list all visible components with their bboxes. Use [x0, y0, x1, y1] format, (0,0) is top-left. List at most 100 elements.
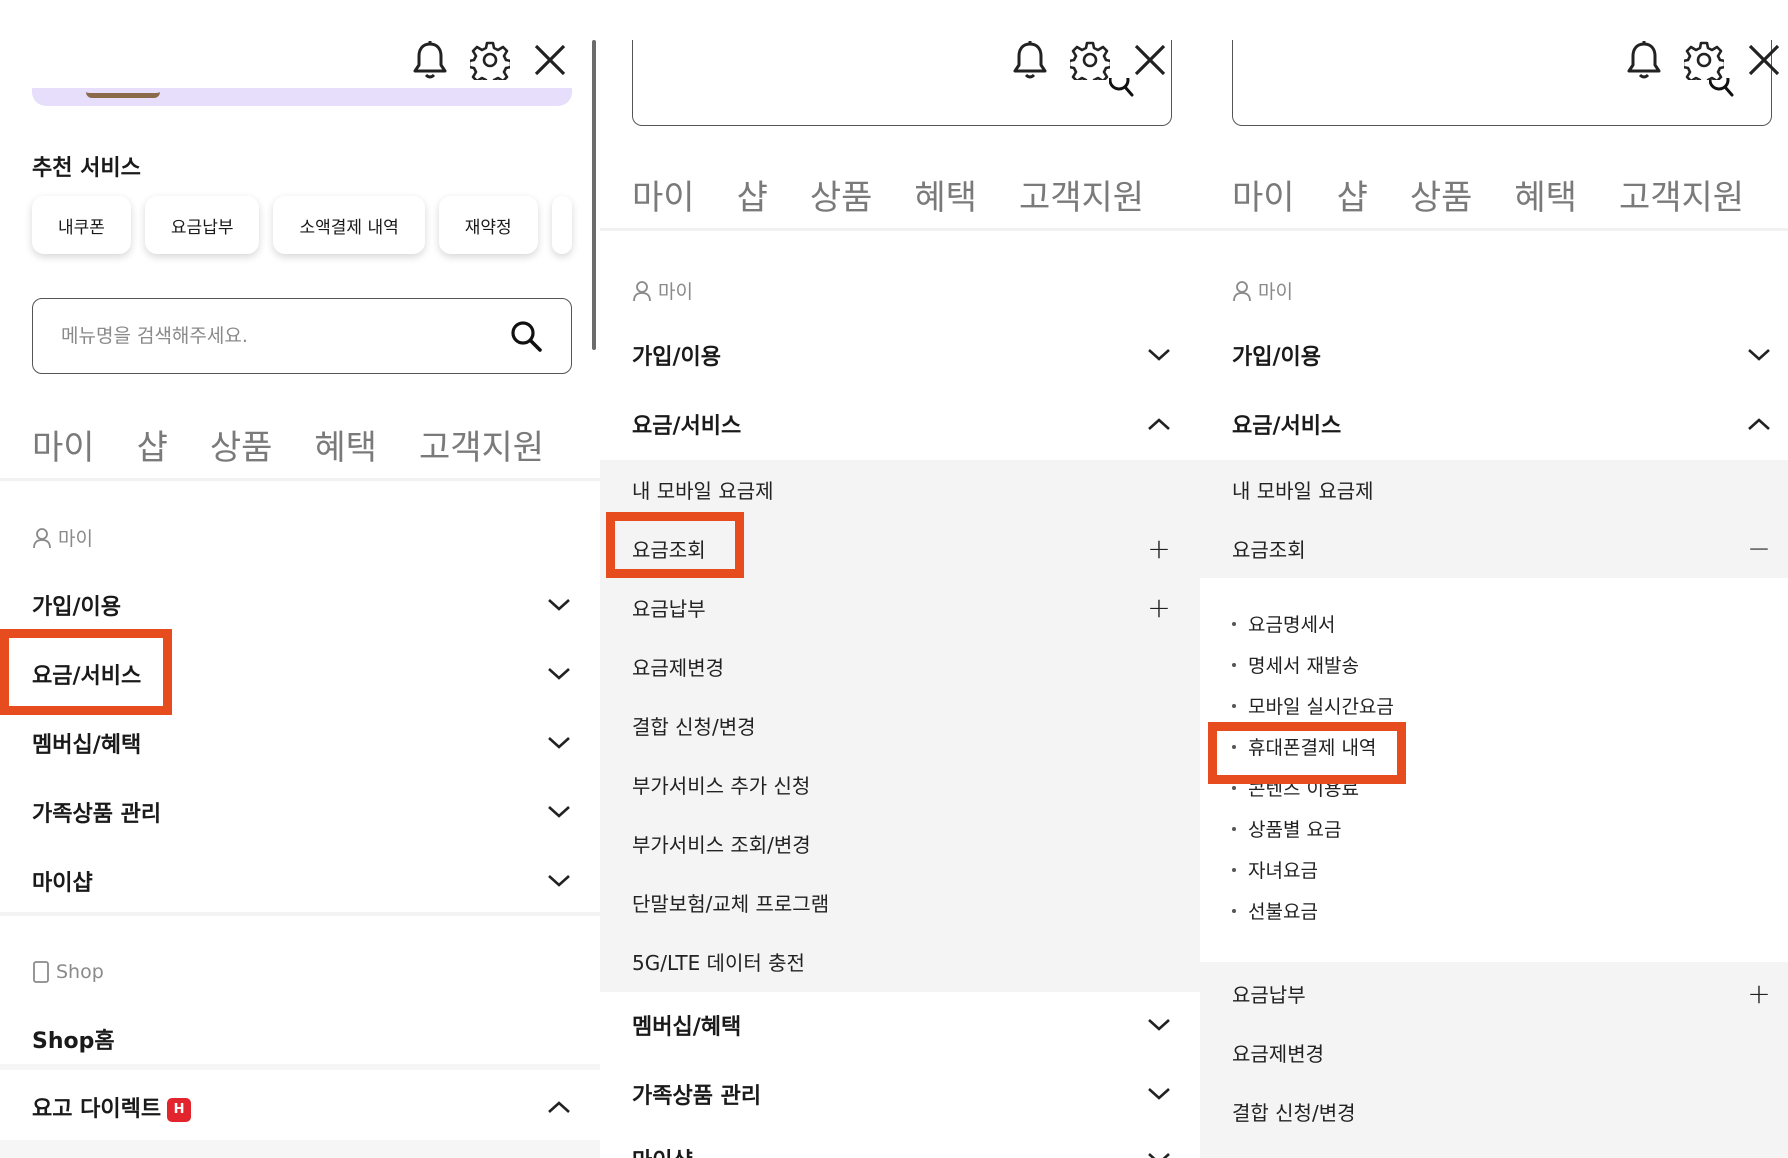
submenu-label: 내 모바일 요금제 — [632, 478, 774, 503]
tab-support[interactable]: 고객지원 — [1619, 170, 1744, 219]
tab-shop[interactable]: 샵 — [1337, 170, 1368, 219]
menu-membership[interactable]: 멤버십/혜택 — [632, 1008, 1172, 1042]
menu-shop-home[interactable]: Shop홈 — [32, 1022, 572, 1056]
bell-icon[interactable] — [1010, 40, 1050, 80]
tab-support[interactable]: 고객지원 — [419, 420, 544, 469]
leaf-statement-resend[interactable]: 명세서 재발송 — [1232, 644, 1394, 685]
submenu-change-plan[interactable]: 요금제변경 — [1232, 1035, 1772, 1069]
leaf-label: 휴대폰결제 내역 — [1248, 737, 1377, 759]
leaf-bill-statement[interactable]: 요금명세서 — [1232, 603, 1394, 644]
gear-icon[interactable] — [1684, 40, 1724, 80]
tab-benefits[interactable]: 혜택 — [1514, 170, 1577, 219]
bullet — [1232, 826, 1236, 831]
scrollbar[interactable] — [592, 40, 596, 350]
gear-icon[interactable] — [470, 40, 510, 80]
chip-bill-payment[interactable]: 요금납부 — [144, 196, 260, 254]
tabs-divider — [600, 228, 1200, 231]
tab-benefits[interactable]: 혜택 — [914, 170, 977, 219]
leaf-realtime-fee[interactable]: 모바일 실시간요금 — [1232, 685, 1394, 726]
direct-badge: H — [167, 1098, 192, 1122]
chip-more[interactable] — [551, 196, 572, 254]
plus-icon: + — [1147, 531, 1171, 565]
submenu-bill-payment[interactable]: 요금납부 + — [1232, 976, 1772, 1010]
tab-shop[interactable]: 샵 — [137, 420, 168, 469]
submenu-addon-apply[interactable]: 부가서비스 추가 신청 — [632, 767, 1172, 801]
menu-join-use[interactable]: 가입/이용 — [32, 588, 572, 622]
leaf-label: 콘텐츠 이용료 — [1248, 778, 1359, 800]
close-icon[interactable] — [1744, 40, 1784, 80]
menu-search-input[interactable] — [61, 325, 509, 347]
bullet — [1232, 867, 1236, 872]
submenu-my-mobile-plan[interactable]: 내 모바일 요금제 — [632, 472, 1172, 506]
submenu-change-plan[interactable]: 요금제변경 — [632, 649, 1172, 683]
leaf-label: 명세서 재발송 — [1248, 655, 1359, 677]
bullet — [1232, 785, 1236, 790]
menu-label: 마이샵 — [32, 871, 93, 896]
submenu-bill-inquiry[interactable]: 요금조회 + — [632, 531, 1172, 565]
leaf-phone-payment-history[interactable]: 휴대폰결제 내역 — [1232, 726, 1394, 767]
bell-icon[interactable] — [1624, 40, 1664, 80]
submenu-label: 부가서비스 조회/변경 — [632, 832, 811, 857]
leaf-child-fee[interactable]: 자녀요금 — [1232, 849, 1394, 890]
submenu-my-mobile-plan[interactable]: 내 모바일 요금제 — [1232, 472, 1772, 506]
menu-label: 요고 다이렉트 H — [32, 1091, 192, 1123]
menu-label: 요금/서비스 — [632, 414, 742, 439]
menu-panel-3: 마이 샵 상품 혜택 고객지원 마이 가입/이용 요금/서비스 내 모바일 요금… — [1200, 0, 1788, 1158]
chevron-up-icon — [1748, 418, 1770, 430]
chevron-up-icon — [548, 1101, 570, 1113]
bell-icon[interactable] — [410, 40, 450, 80]
menu-family-products[interactable]: 가족상품 관리 — [632, 1077, 1172, 1111]
tab-products[interactable]: 상품 — [210, 420, 273, 469]
leaf-prepaid-fee[interactable]: 선불요금 — [1232, 890, 1394, 931]
tab-my[interactable]: 마이 — [32, 420, 95, 469]
menu-my-shop[interactable]: 마이샵 — [632, 1142, 1172, 1158]
menu-label: 요금/서비스 — [32, 664, 142, 689]
menu-membership[interactable]: 멤버십/혜택 — [32, 726, 572, 760]
tab-shop[interactable]: 샵 — [737, 170, 768, 219]
leaf-product-fee[interactable]: 상품별 요금 — [1232, 808, 1394, 849]
close-icon[interactable] — [1130, 40, 1170, 80]
menu-family-products[interactable]: 가족상품 관리 — [32, 795, 572, 829]
menu-billing-service[interactable]: 요금/서비스 — [32, 657, 572, 691]
chevron-down-icon — [1148, 1019, 1170, 1031]
menu-billing-service[interactable]: 요금/서비스 — [1232, 407, 1772, 441]
search-icon[interactable] — [509, 319, 543, 353]
submenu-device-insurance[interactable]: 단말보험/교체 프로그램 — [632, 885, 1172, 919]
section-divider — [0, 912, 600, 916]
submenu-bill-payment[interactable]: 요금납부 + — [632, 590, 1172, 624]
submenu-data-charge[interactable]: 5G/LTE 데이터 충전 — [632, 944, 1172, 978]
bullet — [1232, 621, 1236, 626]
submenu-bill-inquiry[interactable]: 요금조회 − — [1232, 531, 1772, 565]
submenu-bundle[interactable]: 결합 신청/변경 — [632, 708, 1172, 742]
chip-recontract[interactable]: 재약정 — [438, 196, 538, 254]
recommended-services-title: 추천 서비스 — [32, 156, 141, 181]
tab-my[interactable]: 마이 — [1232, 170, 1295, 219]
submenu-bundle[interactable]: 결합 신청/변경 — [1232, 1094, 1772, 1128]
chevron-down-icon — [548, 737, 570, 749]
menu-join-use[interactable]: 가입/이용 — [1232, 338, 1772, 372]
chip-my-coupon[interactable]: 내쿠폰 — [32, 196, 131, 254]
section-my-text: 마이 — [1258, 281, 1293, 303]
menu-billing-service[interactable]: 요금/서비스 — [632, 407, 1172, 441]
gear-icon[interactable] — [1070, 40, 1110, 80]
menu-join-use[interactable]: 가입/이용 — [632, 338, 1172, 372]
menu-label: 가입/이용 — [632, 345, 721, 370]
menu-label: 멤버십/혜택 — [32, 733, 142, 758]
person-icon — [1233, 280, 1251, 301]
menu-label: 가입/이용 — [1232, 345, 1321, 370]
tab-support[interactable]: 고객지원 — [1019, 170, 1144, 219]
menu-my-shop[interactable]: 마이샵 — [32, 864, 572, 898]
menu-yogo-direct[interactable]: 요고 다이렉트 H — [32, 1090, 572, 1124]
submenu-addon-manage[interactable]: 부가서비스 조회/변경 — [632, 826, 1172, 860]
tab-products[interactable]: 상품 — [810, 170, 873, 219]
bullet — [1232, 662, 1236, 667]
tab-products[interactable]: 상품 — [1410, 170, 1473, 219]
section-my-text: 마이 — [58, 528, 93, 550]
tab-benefits[interactable]: 혜택 — [314, 420, 377, 469]
minus-icon: − — [1747, 531, 1771, 565]
tab-my[interactable]: 마이 — [632, 170, 695, 219]
close-icon[interactable] — [530, 40, 570, 80]
chip-micropayment-history[interactable]: 소액결제 내역 — [273, 196, 425, 254]
leaf-content-fee[interactable]: 콘텐츠 이용료 — [1232, 767, 1394, 808]
submenu-label: 단말보험/교체 프로그램 — [632, 891, 830, 916]
